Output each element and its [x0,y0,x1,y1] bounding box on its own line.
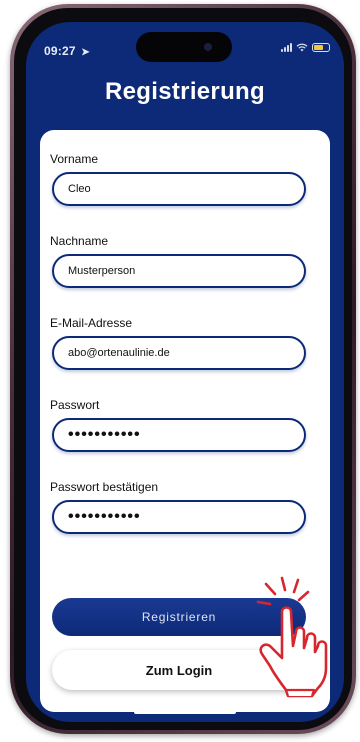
front-camera-icon [204,43,212,51]
email-label: E-Mail-Adresse [50,316,133,330]
tap-hand-icon [256,576,328,698]
wifi-icon [296,43,308,51]
dynamic-island [136,32,232,62]
app-screenshot: 09:27 ➤ Registrierung Vorname Nachname E… [0,0,360,742]
page-title: Registrierung [105,78,265,105]
email-input[interactable] [52,336,306,370]
first-name-label: Vorname [50,152,99,166]
first-name-input[interactable] [52,172,306,206]
password-label: Passwort [50,398,100,412]
password-confirm-input[interactable] [52,500,306,534]
last-name-label: Nachname [50,234,109,248]
password-confirm-label: Passwort bestätigen [50,480,159,494]
home-indicator[interactable] [134,710,236,714]
cellular-signal-icon [281,42,292,52]
password-input[interactable] [52,418,306,452]
status-icons [281,42,330,52]
status-time-text: 09:27 [44,44,76,58]
status-time: 09:27 ➤ [44,44,90,58]
last-name-input[interactable] [52,254,306,288]
location-arrow-icon: ➤ [81,47,90,58]
battery-icon [312,42,330,52]
